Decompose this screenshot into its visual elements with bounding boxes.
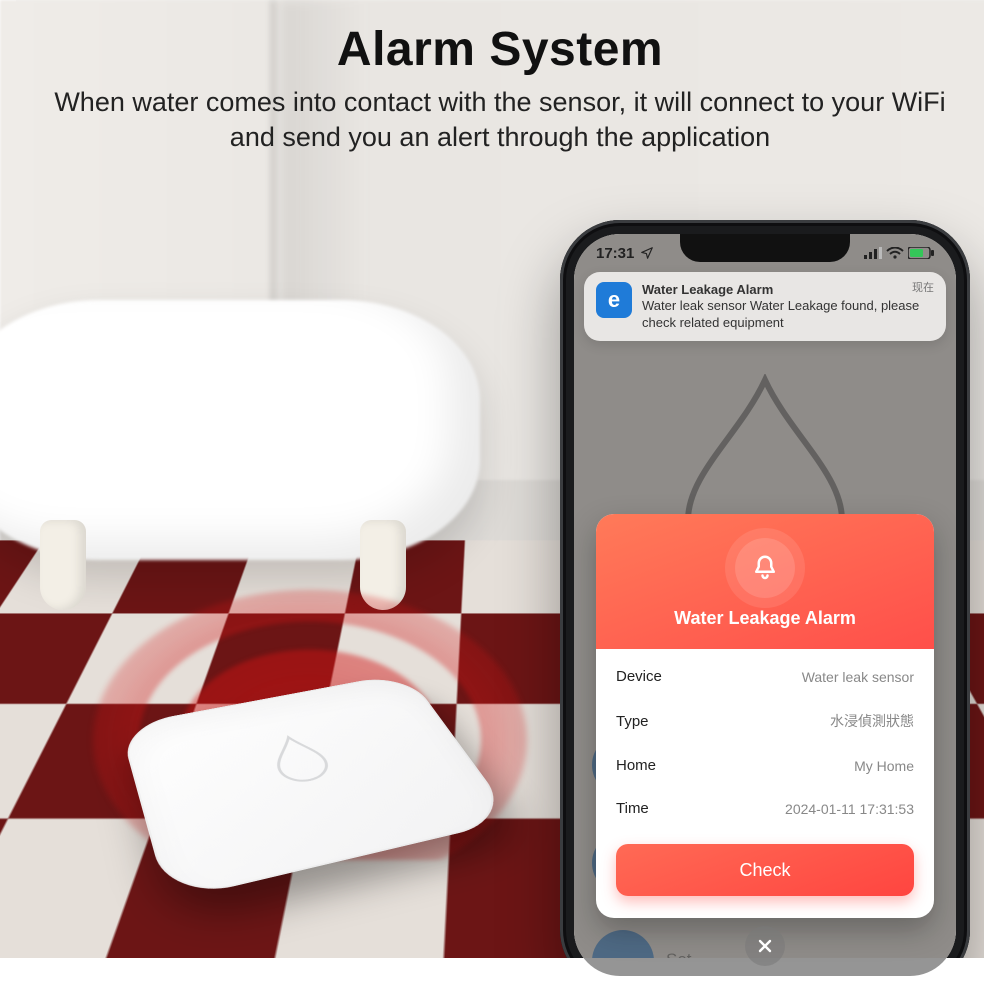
push-body: Water leak sensor Water Leakage found, p… bbox=[642, 298, 919, 329]
wifi-icon bbox=[886, 247, 904, 259]
row-type: Type 水浸偵測狀態 bbox=[616, 698, 914, 744]
hero-block: Alarm System When water comes into conta… bbox=[0, 12, 1000, 164]
status-time: 17:31 bbox=[596, 245, 634, 262]
cellular-icon bbox=[864, 247, 882, 259]
push-text: Water Leakage Alarm 现在 Water leak sensor… bbox=[642, 282, 934, 331]
push-when: 现在 bbox=[912, 282, 934, 296]
phone-screen: Smart Set 17:31 bbox=[574, 234, 956, 976]
hero-title: Alarm System bbox=[40, 22, 960, 77]
hero-subtitle: When water comes into contact with the s… bbox=[40, 85, 960, 154]
alarm-modal: Water Leakage Alarm Device Water leak se… bbox=[596, 514, 934, 918]
check-button[interactable]: Check bbox=[616, 844, 914, 896]
close-icon bbox=[756, 937, 774, 955]
bell-icon bbox=[735, 538, 795, 598]
location-icon bbox=[640, 246, 654, 260]
phone-notch bbox=[680, 234, 850, 262]
battery-icon bbox=[908, 247, 934, 259]
row-device: Device Water leak sensor bbox=[616, 655, 914, 698]
modal-rows: Device Water leak sensor Type 水浸偵測狀態 Hom… bbox=[596, 649, 934, 834]
row-time: Time 2024-01-11 17:31:53 bbox=[616, 787, 914, 830]
row-home: Home My Home bbox=[616, 744, 914, 787]
close-button[interactable] bbox=[745, 926, 785, 966]
push-notification[interactable]: e Water Leakage Alarm 现在 Water leak sens… bbox=[584, 272, 946, 341]
promo-stage: Alarm System When water comes into conta… bbox=[0, 0, 1000, 1000]
app-icon: e bbox=[596, 282, 632, 318]
modal-header: Water Leakage Alarm bbox=[596, 514, 934, 649]
phone-frame: Smart Set 17:31 bbox=[560, 220, 970, 990]
modal-title: Water Leakage Alarm bbox=[606, 608, 924, 629]
push-title: Water Leakage Alarm bbox=[642, 282, 773, 298]
